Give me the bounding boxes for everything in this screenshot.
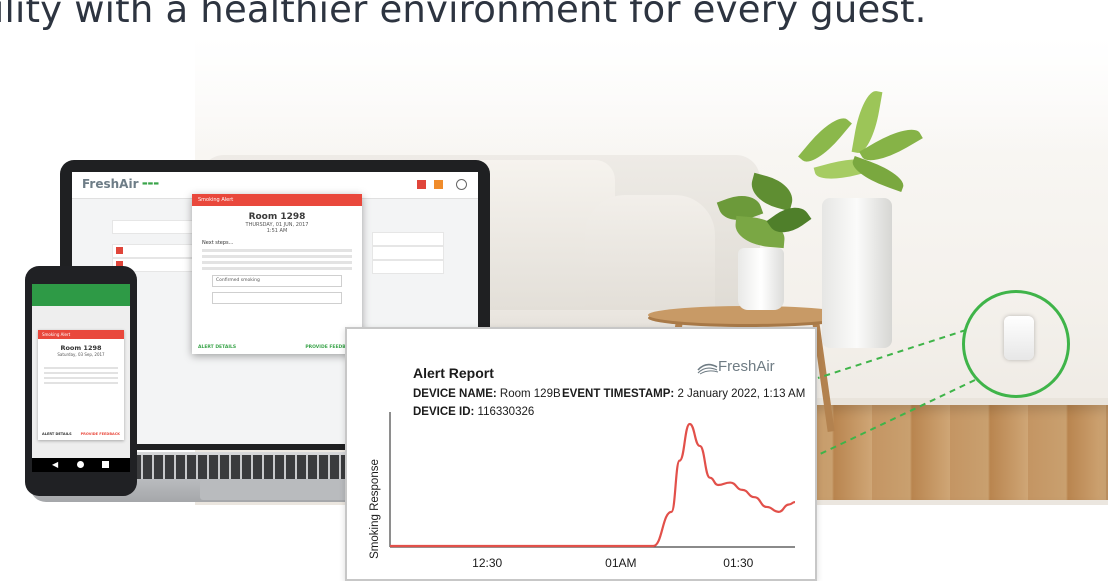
hero-image: ility with a healthier environment for e… xyxy=(0,0,1108,581)
feedback-select[interactable]: Confirmed smoking xyxy=(212,275,342,287)
phone-text-line xyxy=(44,377,118,379)
back-icon[interactable]: ◀ xyxy=(52,460,58,469)
phone-text-line xyxy=(44,382,118,384)
modal-text-line xyxy=(202,249,352,252)
modal-text-line xyxy=(202,267,352,270)
phone-alert-details-button[interactable]: ALERT DETAILS xyxy=(42,432,72,436)
phone-screen: Smoking Alert Room 1298 Saturday, 03 Sep… xyxy=(32,284,130,458)
chart-axes xyxy=(389,412,795,548)
smoking-response-line xyxy=(390,422,796,548)
alert-row[interactable] xyxy=(372,260,444,274)
alert-row[interactable] xyxy=(372,232,444,246)
modal-room-title: Room 1298 xyxy=(248,212,306,222)
alert-row[interactable] xyxy=(372,246,444,260)
phone-card-header: Smoking Alert xyxy=(38,330,124,339)
laptop-trackpad xyxy=(200,480,350,500)
smoking-response-chart: 12:30 01AM 01:30 Smoking Response xyxy=(369,412,796,570)
phone-app-bar xyxy=(32,284,130,306)
laptop-keyboard xyxy=(110,455,360,479)
phone-nav-bar: ◀ xyxy=(32,458,130,472)
alert-row[interactable] xyxy=(112,244,194,258)
chart-series xyxy=(390,422,796,548)
phone-card-title: Room 1298 xyxy=(60,344,102,352)
modal-next-steps: Next steps... xyxy=(202,240,234,246)
modal-text-line xyxy=(202,261,352,264)
user-avatar-icon[interactable] xyxy=(456,179,467,190)
y-axis-label: Smoking Response xyxy=(369,459,381,559)
phone-provide-feedback-button[interactable]: PROVIDE FEEDBACK xyxy=(81,432,120,436)
alert-details-button[interactable]: ALERT DETAILS xyxy=(198,345,236,350)
recents-icon[interactable] xyxy=(102,461,109,468)
nav-dashboard-link[interactable]: ▬▬▬ xyxy=(142,180,159,187)
chart-ticks: 12:30 01AM 01:30 xyxy=(472,556,753,570)
app-menu-icon[interactable] xyxy=(417,180,426,189)
app-menu-icon[interactable] xyxy=(434,180,443,189)
modal-time: 1:51 AM xyxy=(266,228,288,234)
smoking-alert-modal: Smoking Alert Room 1298 THURSDAY, 01 JUN… xyxy=(192,194,362,354)
x-tick-label: 01AM xyxy=(605,556,636,570)
feedback-textarea[interactable] xyxy=(212,292,342,304)
phone-card-date: Saturday, 03 Sep, 2017 xyxy=(57,352,105,357)
phone-text-line xyxy=(44,372,118,374)
x-tick-label: 12:30 xyxy=(472,556,502,570)
phone-alert-card: Smoking Alert Room 1298 Saturday, 03 Sep… xyxy=(38,330,124,440)
x-tick-label: 01:30 xyxy=(723,556,753,570)
modal-text-line xyxy=(202,255,352,258)
home-icon[interactable] xyxy=(77,461,84,468)
freshair-logo: FreshAir xyxy=(82,177,139,191)
alert-report-card: Alert Report FreshAir DEVICE NAME: Room … xyxy=(345,327,817,581)
phone-text-line xyxy=(44,367,118,369)
search-input[interactable] xyxy=(112,220,194,234)
modal-header: Smoking Alert xyxy=(192,194,362,206)
